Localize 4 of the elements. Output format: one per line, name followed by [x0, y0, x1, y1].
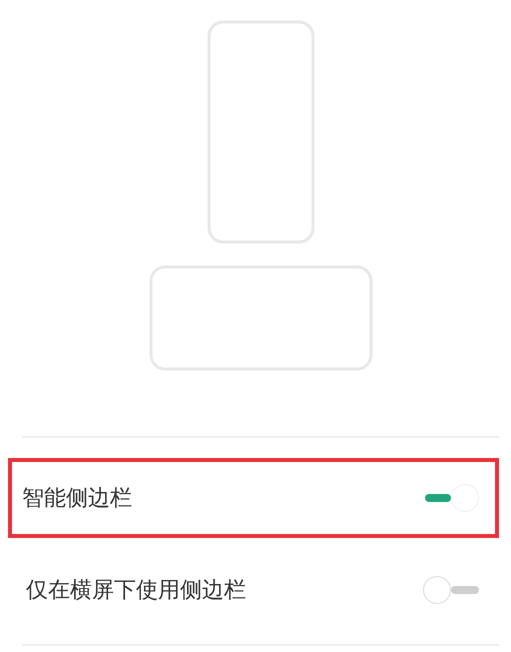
setting-label: 仅在横屏下使用侧边栏 [26, 577, 246, 605]
toggle-switch[interactable] [423, 574, 481, 606]
setting-label: 智能侧边栏 [22, 485, 132, 513]
toggle-switch[interactable] [423, 482, 481, 514]
